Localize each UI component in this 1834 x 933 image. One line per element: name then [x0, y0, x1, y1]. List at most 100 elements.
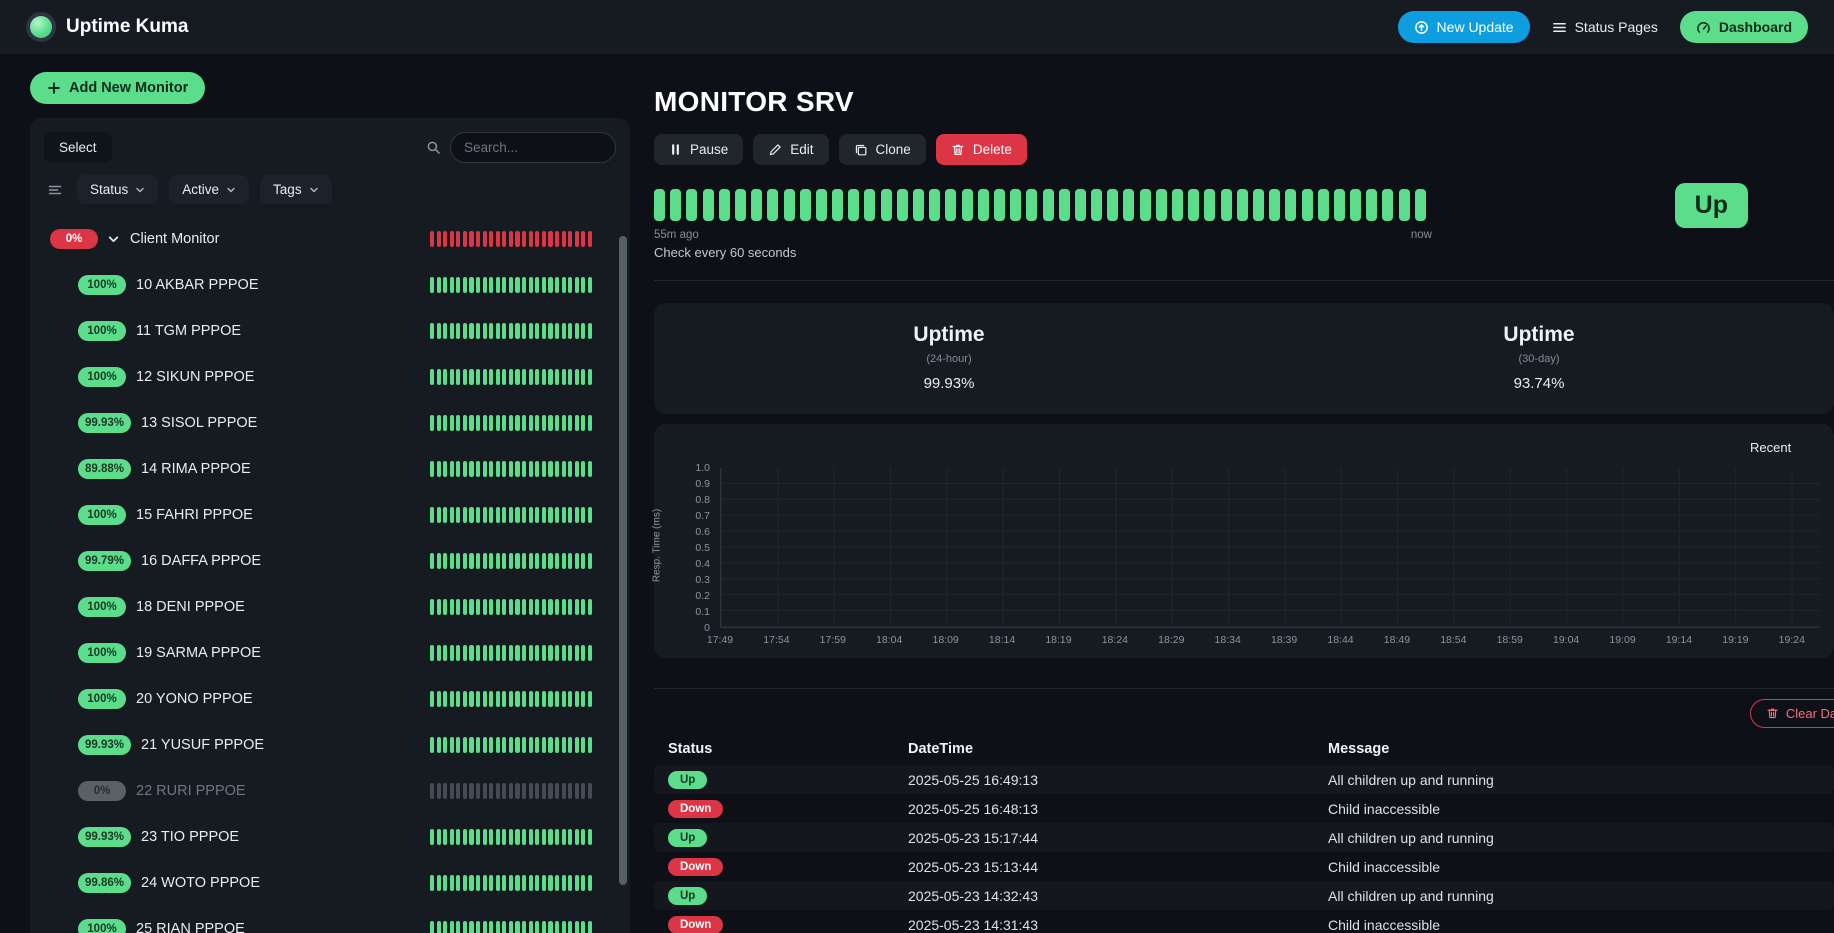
list-layout-icon[interactable] — [44, 182, 66, 198]
heartbeat-beat — [443, 645, 447, 661]
select-button[interactable]: Select — [44, 132, 112, 163]
heartbeat-beat — [555, 875, 559, 891]
monitor-list-item[interactable]: 100% 18 DENI PPPOE — [44, 584, 616, 630]
monitor-list-item[interactable]: 0% Client Monitor — [44, 216, 616, 262]
monitor-list-item[interactable]: 100% 11 TGM PPPOE — [44, 308, 616, 354]
monitor-list-item[interactable]: 99.93% 13 SISOL PPPOE — [44, 400, 616, 446]
app-brand[interactable]: Uptime Kuma — [26, 12, 188, 42]
heartbeat-beat — [522, 277, 526, 293]
filter-active[interactable]: Active — [169, 175, 249, 204]
heartbeat-beat — [437, 461, 441, 477]
delete-button[interactable]: Delete — [936, 134, 1027, 165]
monitor-list-item[interactable]: 100% 25 RIAN PPPOE — [44, 906, 616, 933]
heartbeat-beat — [476, 415, 480, 431]
heartbeat-beat — [535, 875, 539, 891]
heartbeat-beat — [548, 461, 552, 477]
monitor-list-item[interactable]: 99.93% 23 TIO PPPOE — [44, 814, 616, 860]
heartbeat-beat — [496, 691, 500, 707]
event-message: Child inaccessible — [1328, 801, 1820, 817]
monitor-list-item[interactable]: 0% 22 RURI PPPOE — [44, 768, 616, 814]
heartbeat-beat — [1269, 189, 1280, 221]
add-new-monitor-button[interactable]: Add New Monitor — [30, 72, 205, 104]
heartbeat-beat — [562, 415, 566, 431]
heartbeat-beat — [588, 691, 592, 707]
heartbeat-beat — [588, 461, 592, 477]
pause-button[interactable]: Pause — [654, 134, 743, 165]
heartbeat-beat — [437, 875, 441, 891]
heartbeat-beat — [463, 875, 467, 891]
monitor-list-item[interactable]: 99.86% 24 WOTO PPPOE — [44, 860, 616, 906]
delete-label: Delete — [973, 142, 1012, 157]
monitor-list-item[interactable]: 99.79% 16 DAFFA PPPOE — [44, 538, 616, 584]
search-box — [426, 132, 616, 163]
dashboard-button[interactable]: Dashboard — [1680, 11, 1808, 43]
heartbeat-beat — [555, 323, 559, 339]
gauge-icon — [1696, 20, 1711, 35]
heartbeat-mini — [430, 691, 592, 707]
heartbeat-beat — [581, 415, 585, 431]
heartbeat-beat — [456, 461, 460, 477]
heartbeat-beat — [456, 645, 460, 661]
heartbeat-beat — [562, 277, 566, 293]
heartbeat-beat — [542, 323, 546, 339]
heartbeat-beat — [522, 645, 526, 661]
heartbeat-beat — [489, 921, 493, 933]
heartbeat-beat — [994, 189, 1005, 221]
heartbeat-beat — [575, 875, 579, 891]
monitor-list-item[interactable]: 100% 12 SIKUN PPPOE — [44, 354, 616, 400]
heartbeat-beat — [548, 369, 552, 385]
heartbeat-beat — [542, 645, 546, 661]
uptime-badge: 100% — [78, 643, 126, 663]
monitor-list-item[interactable]: 100% 20 YONO PPPOE — [44, 676, 616, 722]
monitor-list-item[interactable]: 100% 10 AKBAR PPPOE — [44, 262, 616, 308]
heartbeat-mini — [430, 231, 592, 247]
chevron-down-icon[interactable] — [107, 233, 120, 246]
heartbeat-beat — [502, 599, 506, 615]
heartbeat-beat — [542, 369, 546, 385]
heartbeat-beat — [581, 829, 585, 845]
heartbeat-beat — [581, 231, 585, 247]
monitor-list-item[interactable]: 100% 19 SARMA PPPOE — [44, 630, 616, 676]
heartbeat-beat — [1285, 189, 1296, 221]
monitor-list-item[interactable]: 100% 15 FAHRI PPPOE — [44, 492, 616, 538]
filter-status[interactable]: Status — [77, 175, 158, 204]
filter-tags-label: Tags — [273, 182, 302, 197]
monitor-name: 14 RIMA PPPOE — [141, 461, 251, 477]
monitor-name: 19 SARMA PPPOE — [136, 645, 261, 661]
heartbeat-beat — [1140, 189, 1151, 221]
heartbeat-beat — [1237, 189, 1248, 221]
uptime-badge: 100% — [78, 367, 126, 387]
sidebar-scrollbar[interactable] — [619, 236, 627, 885]
heartbeat-beat — [502, 691, 506, 707]
heartbeat-beat — [581, 691, 585, 707]
search-input[interactable] — [450, 132, 616, 163]
heartbeat-beat — [548, 875, 552, 891]
status-pages-link[interactable]: Status Pages — [1552, 19, 1658, 35]
uptime-badge: 0% — [78, 781, 126, 801]
new-update-button[interactable]: New Update — [1398, 11, 1530, 43]
heartbeat-beat — [437, 737, 441, 753]
heartbeat-beat — [476, 783, 480, 799]
heartbeat-mini — [430, 415, 592, 431]
heartbeat-beat — [588, 415, 592, 431]
filter-status-label: Status — [90, 182, 128, 197]
event-row: Up 2025-05-23 14:32:43 All children up a… — [654, 881, 1834, 910]
monitor-list-item[interactable]: 99.93% 21 YUSUF PPPOE — [44, 722, 616, 768]
heartbeat-mini — [430, 875, 592, 891]
clone-button[interactable]: Clone — [839, 134, 926, 165]
monitor-list-item[interactable]: 89.88% 14 RIMA PPPOE — [44, 446, 616, 492]
heartbeat-beat — [529, 737, 533, 753]
heartbeat-beat — [515, 323, 519, 339]
heartbeat-beat — [509, 737, 513, 753]
heartbeat-beat — [483, 875, 487, 891]
heartbeat-beat — [1043, 189, 1054, 221]
edit-button[interactable]: Edit — [753, 134, 828, 165]
heartbeat-beat — [548, 829, 552, 845]
heartbeat-beat — [555, 507, 559, 523]
heartbeat-beat — [562, 553, 566, 569]
clear-data-button[interactable]: Clear Data — [1750, 699, 1834, 728]
heartbeat-beat — [483, 599, 487, 615]
chart-period-select[interactable]: Recent — [1750, 440, 1834, 455]
filter-tags[interactable]: Tags — [260, 175, 332, 204]
heartbeat-beat — [588, 875, 592, 891]
